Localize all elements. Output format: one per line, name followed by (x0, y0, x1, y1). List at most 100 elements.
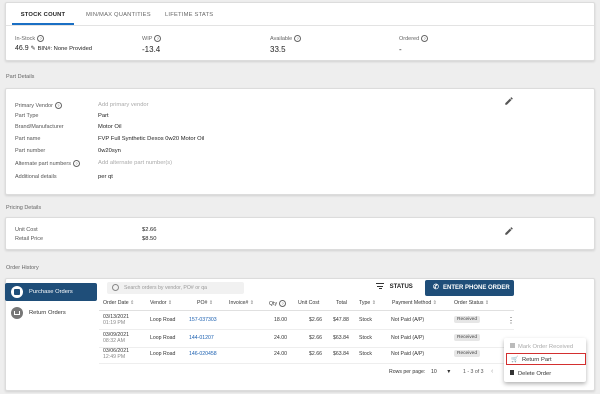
column-header[interactable]: Order Date ⇕ (103, 300, 134, 306)
pagination-text: 1 - 3 of 3 (463, 369, 484, 375)
vendor-cell: Loop Road (150, 351, 176, 357)
help-icon[interactable]: ? (294, 35, 302, 42)
sidebar-item-return-orders[interactable]: Return Orders (5, 304, 97, 322)
ordered-value: - (399, 45, 402, 54)
menu-item-return-part[interactable]: 🛒 Return Part (506, 353, 586, 365)
header-divider (99, 310, 514, 311)
pricing-details-title: Pricing Details (6, 205, 42, 211)
edit-icon[interactable] (504, 96, 514, 106)
help-icon[interactable]: ? (72, 160, 80, 167)
part-detail-input[interactable]: Add primary vendor (98, 102, 149, 108)
vendor-cell: Loop Road (150, 335, 176, 341)
column-header[interactable]: Type ⇕ (359, 300, 376, 306)
stock-card: STOCK COUNT MIN/MAX QUANTITIES LIFETIME … (5, 2, 595, 61)
qty-cell: 24.00 (274, 335, 287, 341)
ordered-label: Ordered? (399, 35, 429, 42)
part-details-card: Primary Vendor? Add primary vendor Part Ty… (5, 88, 595, 195)
return-cart-icon (11, 307, 23, 319)
help-icon[interactable]: ? (37, 35, 45, 42)
more-vert-icon[interactable]: ⋮ (507, 316, 515, 325)
check-box-icon (510, 343, 515, 348)
unit-cost-cell: $2.66 (309, 317, 322, 323)
wip-value: -13.4 (142, 45, 161, 54)
sort-icon: ⇕ (248, 300, 255, 306)
po-link[interactable]: 144-01207 (189, 335, 214, 341)
column-header[interactable]: Invoice# ⇕ (229, 300, 254, 306)
sort-icon: ⇕ (370, 300, 377, 306)
part-detail-label: Primary Vendor? (15, 102, 62, 109)
vendor-cell: Loop Road (150, 317, 176, 323)
column-header[interactable]: Vendor ⇕ (150, 300, 172, 306)
total-cell: $63.84 (333, 335, 349, 341)
total-cell: $47.88 (333, 317, 349, 323)
qty-cell: 24.00 (274, 351, 287, 357)
edit-icon[interactable] (504, 226, 514, 236)
context-menu: Mark Order Received 🛒 Return Part Delete… (504, 338, 586, 382)
enter-phone-order-button[interactable]: ✆ ENTER PHONE ORDER (425, 280, 514, 296)
search-input[interactable]: Search orders by vendor, PO# or qa (124, 285, 207, 291)
tab-min-max[interactable]: MIN/MAX QUANTITIES (86, 3, 156, 25)
sort-icon: ⇕ (166, 300, 173, 306)
part-detail-input[interactable]: Add alternate part number(s) (98, 160, 172, 166)
po-link[interactable]: 146-020458 (189, 351, 217, 357)
tab-lifetime-stats[interactable]: LIFETIME STATS (165, 3, 235, 25)
search-box[interactable]: Search orders by vendor, PO# or qa (107, 282, 244, 294)
in-stock-label: In-Stock? (15, 35, 45, 42)
available-label: Available? (270, 35, 302, 42)
type-cell: Stock (359, 351, 372, 357)
status-badge: Received (454, 334, 480, 341)
phone-icon: ✆ (433, 284, 439, 291)
qty-cell: 18.00 (274, 317, 287, 323)
column-header[interactable]: Order Status ⇕ (454, 300, 489, 306)
part-detail-value: Part (98, 113, 109, 119)
po-link[interactable]: 157-037303 (189, 317, 217, 323)
filter-icon (376, 283, 384, 289)
wip-label: WIP? (142, 35, 162, 42)
in-stock-value: 46.9 ✎ BIN#: None Provided (15, 45, 93, 52)
stock-tabs: STOCK COUNT MIN/MAX QUANTITIES LIFETIME … (6, 3, 594, 26)
part-detail-label: Brand/Manufacturer (15, 124, 64, 130)
part-details-title: Part Details (6, 74, 35, 80)
part-detail-label: Part number (15, 148, 46, 154)
column-header[interactable]: Unit Cost (298, 300, 319, 306)
order-time-cell: 12:49 PM (103, 354, 126, 360)
part-detail-label: Part name (15, 136, 41, 142)
prev-page-icon[interactable]: ‹ (491, 368, 493, 375)
column-header[interactable]: Total (336, 300, 347, 306)
payment-cell: Not Paid (A/P) (391, 317, 425, 323)
sort-icon: ⇕ (431, 300, 438, 306)
rows-per-page-select[interactable]: 10 ▼ (431, 369, 451, 375)
menu-item-mark-received[interactable]: Mark Order Received (510, 343, 573, 350)
order-time-cell: 01:19 PM (103, 320, 126, 326)
rows-per-page-label: Rows per page: (389, 369, 426, 375)
part-detail-label: Alternate part numbers? (15, 160, 80, 167)
column-header[interactable]: PO# ⇕ (197, 300, 213, 306)
tab-stock-count[interactable]: STOCK COUNT (12, 3, 74, 25)
type-cell: Stock (359, 335, 372, 341)
part-detail-value: FVP Full Synthetic Dexos 0w20 Motor Oil (98, 136, 205, 142)
help-icon[interactable]: ? (54, 102, 62, 109)
help-icon[interactable]: ? (421, 35, 429, 42)
help-icon[interactable]: ? (279, 300, 287, 307)
cart-icon: 🛒 (511, 357, 519, 363)
order-history-title: Order History (6, 265, 39, 271)
menu-item-delete-order[interactable]: Delete Order (510, 370, 551, 377)
unit-cost-cell: $2.66 (309, 335, 322, 341)
help-icon[interactable]: ? (154, 35, 162, 42)
sidebar-item-purchase-orders[interactable]: Purchase Orders (5, 283, 97, 301)
status-filter[interactable]: STATUS (376, 283, 413, 293)
part-detail-label: Additional details (15, 174, 57, 180)
sort-icon: ⇕ (128, 300, 135, 306)
part-detail-value: per qt (98, 174, 113, 180)
retail-price-label: Retail Price (15, 236, 44, 242)
type-cell: Stock (359, 317, 372, 323)
part-detail-value: Motor Oil (98, 124, 122, 130)
unit-cost-label: Unit Cost (15, 227, 38, 233)
status-badge: Received (454, 350, 480, 357)
available-value: 33.5 (270, 45, 286, 54)
part-detail-value: 0w20syn (98, 148, 121, 154)
column-header[interactable]: Qty? (269, 300, 287, 307)
column-header[interactable]: Payment Method ⇕ (392, 300, 437, 306)
payment-cell: Not Paid (A/P) (391, 335, 425, 341)
pencil-icon[interactable]: ✎ (31, 46, 36, 52)
